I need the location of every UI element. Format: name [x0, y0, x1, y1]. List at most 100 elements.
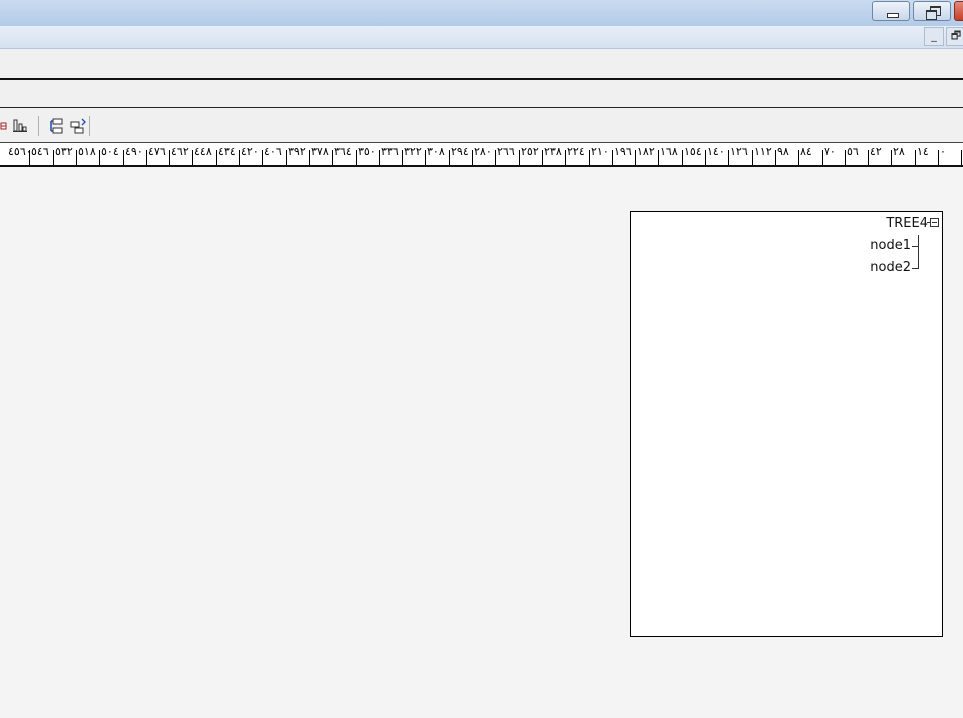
horizontal-ruler: ٤٥٦٠ ٥٤٦ ٥٣٢ ٥١٨ ٥٠٤ ٤٩٠ ٤٧٦ ٤٦٢ ٤٤٨ ٤٣٤ ٤٢٠ ٤٠٦ ٣٩٢…: [0, 142, 963, 167]
ruler-tick-label: ٤٢٠: [241, 145, 259, 158]
ruler-tick-label: ٣٥٠: [358, 145, 376, 158]
restore-icon: [914, 2, 950, 20]
ruler-tick-label: ٣٠٨: [427, 145, 445, 158]
ruler-tick: [589, 150, 590, 165]
tree-connector: [918, 235, 919, 268]
ruler-tick-label: ٤٣٤: [218, 145, 236, 158]
ruler-tick-label: ١٦٨: [660, 145, 678, 158]
ruler-tick: [961, 150, 962, 165]
ruler-tick: [309, 150, 310, 165]
ruler-tick: [123, 150, 124, 165]
ruler-tick: [868, 150, 869, 165]
tree-arrange-icon[interactable]: [70, 118, 86, 134]
ruler-tick-label: ١٥٤: [684, 145, 702, 158]
ruler-tick: [332, 150, 333, 165]
ruler-tick-label: ٤٠٦: [264, 145, 282, 158]
window-close-button[interactable]: [954, 1, 963, 21]
toolbar-row: [0, 80, 963, 107]
tree-root-node[interactable]: TREE4: [886, 216, 928, 231]
ruler-tick-label: ٤٢: [870, 145, 882, 158]
ruler-tick-label: ٤٧٦: [148, 145, 166, 158]
ruler-tick: [775, 150, 776, 165]
ruler-tick: [728, 150, 729, 165]
ruler-tick-label: ٥٠٤: [101, 145, 119, 158]
ruler-tick-label: ٠: [940, 145, 946, 158]
ruler-tick-label: ٣٧٨: [311, 145, 329, 158]
tree-connect-icon[interactable]: [48, 118, 64, 134]
ruler-tick-label: ٢٣٨: [544, 145, 562, 158]
menu-strip: [0, 49, 963, 78]
tree-connector: [912, 246, 919, 247]
ruler-tick: [146, 150, 147, 165]
ruler-tick: [239, 150, 240, 165]
ruler-tick-label: ٢٦٦: [497, 145, 515, 158]
ruler-tick: [76, 150, 77, 165]
ruler-tick-label: ١٤٠: [707, 145, 725, 158]
ruler-tick-label: ٤٩٠: [125, 145, 143, 158]
ruler-tick: [192, 150, 193, 165]
ruler-tick: [938, 150, 939, 165]
ruler-tick: [822, 150, 823, 165]
ruler-tick-label: ٣٣٦: [381, 145, 399, 158]
ruler-tick-label: ٢٢٤: [567, 145, 585, 158]
toolbar-divider: [38, 116, 39, 136]
ruler-tick-label: ١٢٦: [730, 145, 748, 158]
ruler-tick: [216, 150, 217, 165]
ruler-tick-label: ١٤: [917, 145, 929, 158]
ruler-tick: [752, 150, 753, 165]
close-icon: [955, 2, 963, 20]
tree-node[interactable]: node1: [870, 238, 911, 253]
tree-control[interactable]: TREE4 node1 node2: [630, 211, 943, 637]
ruler-tick: [99, 150, 100, 165]
minimize-icon: [873, 2, 909, 20]
ruler-tick: [356, 150, 357, 165]
ruler-tick-label: ٣٩٢: [288, 145, 306, 158]
ruler-tick: [519, 150, 520, 165]
ruler-tick: [682, 150, 683, 165]
ruler-tick-label: ٢٥٢: [521, 145, 539, 158]
ruler-tick-label: ٥٦: [847, 145, 859, 158]
ruler-tick: [542, 150, 543, 165]
ruler-tick-label: ٤٦٢: [171, 145, 189, 158]
mdi-minimize-button[interactable]: _: [924, 27, 944, 46]
ruler-tick: [379, 150, 380, 165]
ruler-tick: [449, 150, 450, 165]
ruler-tick: [169, 150, 170, 165]
mdi-restore-button[interactable]: 🗗: [946, 27, 963, 46]
ruler-tick-label: ٨٤: [800, 145, 812, 158]
ruler-tick-label: ٥١٨: [78, 145, 96, 158]
ruler-tick-label: ٧٠: [824, 145, 836, 158]
ruler-tick: [891, 150, 892, 165]
ruler-tick-label: ٢٩٤: [451, 145, 469, 158]
bar-chart-icon[interactable]: [12, 118, 28, 134]
ruler-tick: [286, 150, 287, 165]
collapse-icon[interactable]: [930, 218, 939, 227]
ruler-tick: [472, 150, 473, 165]
ruler-tick-label: ٩٨: [777, 145, 789, 158]
ruler-tick: [845, 150, 846, 165]
ruler-tick-label: ٣٦٤: [334, 145, 352, 158]
ruler-tick: [915, 150, 916, 165]
ruler-tick-label: ٣٢٢: [404, 145, 422, 158]
tree-node[interactable]: node2: [870, 260, 911, 275]
ruler-tick-label: ٥٣٢: [55, 145, 73, 158]
ruler-tick-label: ٢٨: [893, 145, 905, 158]
ruler-tick: [262, 150, 263, 165]
window-minimize-button[interactable]: [872, 1, 910, 21]
mdi-control-bar: _ 🗗: [0, 26, 963, 49]
ruler-tick-label: ١١٢: [754, 145, 772, 158]
ruler-tick-label: ١٨٢: [637, 145, 655, 158]
ruler-tick: [565, 150, 566, 165]
ruler-tick: [425, 150, 426, 165]
window-restore-button[interactable]: [913, 1, 951, 21]
ruler-tick-label: ٤٥٦٠: [8, 145, 32, 158]
ruler-tick: [635, 150, 636, 165]
design-canvas[interactable]: TREE4 node1 node2: [0, 167, 963, 718]
ruler-tick: [658, 150, 659, 165]
ruler-tick: [798, 150, 799, 165]
ruler-tick: [53, 150, 54, 165]
toolbar-divider: [89, 116, 90, 136]
ruler-tick-label: ٥٤٦: [31, 145, 49, 158]
window-title-bar: [0, 0, 963, 26]
ruler-tick: [612, 150, 613, 165]
